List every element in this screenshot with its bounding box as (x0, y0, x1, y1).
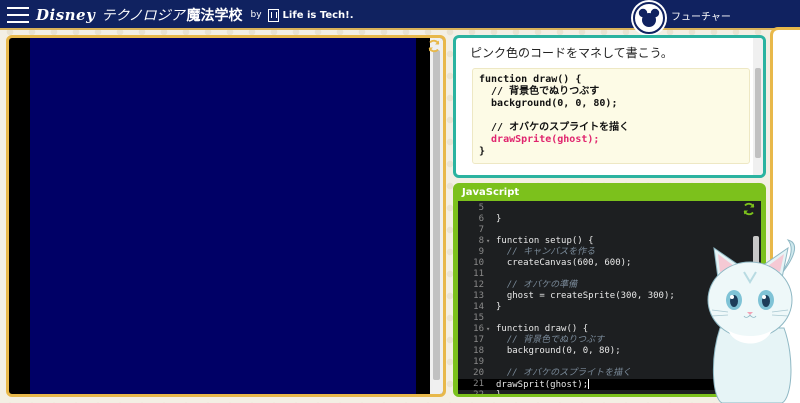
code-text: function setup() { (496, 236, 594, 246)
code-line[interactable]: 6} (458, 214, 761, 225)
line-number: 12 (473, 280, 484, 290)
line-number: 18 (473, 346, 484, 356)
instruction-panel: ピンク色のコードをマネして書こう。 function draw() { // 背… (453, 35, 766, 178)
code-example-highlight-line: drawSprite(ghost); (479, 134, 600, 145)
code-example-line: // オバケのスプライトを描く (479, 122, 630, 133)
brand-partner-text: Life is Tech!. (282, 9, 354, 21)
preview-panel (6, 35, 446, 397)
user-avatar[interactable] (633, 2, 665, 34)
code-example-line: } (479, 146, 486, 157)
brand-disney-text: Disney (36, 6, 96, 24)
code-text: } (496, 214, 502, 224)
preview-scrollbar[interactable] (430, 38, 443, 394)
user-name[interactable]: フューチャー (671, 8, 731, 23)
preview-canvas[interactable] (30, 38, 416, 394)
code-text: background(0, 0, 80); (496, 346, 621, 356)
app-header: Disney テクノロジア 魔法学校 by Life is Tech!. フュー… (0, 0, 800, 34)
code-text: function draw() { (496, 324, 589, 334)
hamburger-menu-icon[interactable] (7, 7, 29, 23)
line-number: 20 (473, 368, 484, 378)
instruction-text: ピンク色のコードをマネして書こう。 (470, 46, 673, 60)
line-number: 22 (473, 390, 484, 395)
code-text: createCanvas(600, 600); (496, 258, 632, 268)
code-text: // オバケの準備 (496, 280, 578, 290)
line-number: 6 (478, 214, 484, 224)
line-number: 11 (473, 269, 484, 279)
line-number: 5 (478, 203, 484, 213)
brand-tech-text: テクノロジア (101, 8, 185, 24)
cat-mascot[interactable] (700, 238, 800, 403)
code-example-line: function draw() { (479, 74, 582, 85)
code-line[interactable]: 5 (458, 203, 761, 214)
code-example-line: background(0, 0, 80); (479, 98, 618, 109)
life-is-tech-icon (267, 8, 279, 22)
code-text: ghost = createSprite(300, 300); (496, 291, 675, 301)
code-text: // オバケのスプライトを描く (496, 368, 632, 378)
line-number: 10 (473, 258, 484, 268)
line-number: 13 (473, 291, 484, 301)
line-number: 15 (473, 313, 484, 323)
code-example-line: // 背景色でぬりつぶす (479, 86, 600, 97)
line-number: 9 (478, 247, 484, 257)
code-text: } (496, 302, 502, 312)
brand-by-text: by (250, 10, 262, 20)
reload-icon[interactable] (427, 39, 441, 53)
line-number: 14 (473, 302, 484, 312)
preview-scrollbar-thumb[interactable] (433, 50, 440, 380)
fold-arrow-icon[interactable]: ▾ (486, 324, 490, 335)
code-example-line (479, 110, 743, 122)
line-number: 17 (473, 335, 484, 345)
line-number: 7 (478, 225, 484, 235)
instruction-scrollbar-thumb[interactable] (755, 68, 761, 158)
line-number: 21 (473, 379, 484, 389)
brand-logo[interactable]: Disney テクノロジア 魔法学校 by Life is Tech!. (36, 4, 354, 26)
code-text: // 背景色でぬりつぶす (496, 335, 605, 345)
editor-language-label: JavaScript (462, 187, 520, 198)
brand-school-text: 魔法学校 (186, 8, 243, 24)
code-text: // キャンバスを作る (496, 247, 596, 257)
line-number: 19 (473, 357, 484, 367)
reload-icon[interactable] (742, 202, 756, 216)
mickey-avatar-icon (638, 8, 660, 27)
code-text: } (496, 390, 502, 395)
fold-arrow-icon[interactable]: ▾ (486, 236, 490, 247)
instruction-scrollbar[interactable] (753, 38, 763, 175)
code-example: function draw() { // 背景色でぬりつぶす backgroun… (472, 68, 750, 164)
line-number: 16 (473, 324, 484, 334)
line-number: 8 (478, 236, 484, 246)
code-line[interactable]: 7 (458, 225, 761, 236)
